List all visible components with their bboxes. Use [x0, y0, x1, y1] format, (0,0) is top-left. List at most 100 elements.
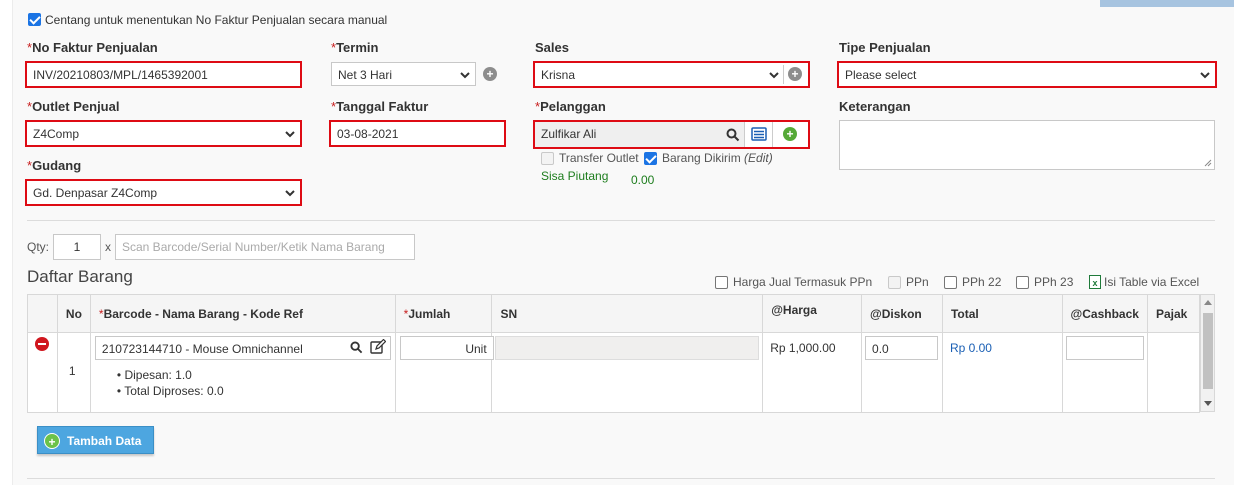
customer-list-button[interactable]	[744, 122, 772, 147]
harga-termasuk-ppn-checkbox[interactable]	[715, 276, 728, 289]
sales-select[interactable]: Krisna +	[533, 61, 810, 88]
total-cell: Rp 0.00	[941, 332, 1063, 413]
gudang-value: Gd. Denpasar Z4Comp	[33, 186, 158, 200]
diskon-input[interactable]: 0.0	[865, 336, 939, 360]
add-customer-icon: +	[783, 127, 797, 141]
resize-handle-icon[interactable]	[1204, 159, 1212, 167]
top-accent-bar	[1100, 0, 1234, 7]
manual-invoice-label: Centang untuk menentukan No Faktur Penju…	[45, 13, 388, 27]
bottom-divider	[27, 478, 1215, 479]
scroll-down-icon[interactable]	[1204, 401, 1212, 407]
cashback-cell	[1061, 332, 1148, 413]
excel-import-link[interactable]: Isi Table via Excel	[1104, 275, 1199, 289]
sisa-piutang-label: Sisa Piutang	[541, 169, 609, 183]
gudang-label: *Gudang	[27, 158, 82, 173]
tipe-penjualan-select[interactable]: Please select	[837, 61, 1217, 88]
qty-input[interactable]: 1	[53, 234, 101, 260]
divider	[783, 65, 784, 84]
chevron-down-icon	[285, 190, 295, 197]
pajak-cell	[1146, 332, 1201, 413]
total-value: Rp 0.00	[949, 341, 992, 355]
col-pajak: Pajak	[1146, 294, 1201, 333]
harga-value: Rp 1,000.00	[770, 341, 836, 355]
plus-icon: +	[44, 433, 60, 449]
barang-cell: 210723144710 - Mouse Omnichannel • Dipes…	[89, 332, 396, 413]
termin-label: *Termin	[331, 40, 379, 55]
harga-cell: Rp 1,000.00	[762, 332, 863, 413]
times-sign: x	[105, 240, 111, 254]
no-faktur-input[interactable]: INV/20210803/MPL/1465392001	[25, 61, 302, 88]
col-remove	[27, 294, 58, 333]
daftar-barang-title: Daftar Barang	[27, 267, 133, 286]
keterangan-textarea[interactable]	[839, 120, 1215, 170]
no-faktur-value: INV/20210803/MPL/1465392001	[33, 68, 208, 82]
row-no: 1	[68, 364, 76, 378]
sn-input[interactable]	[495, 336, 760, 360]
outlet-penjual-value: Z4Comp	[33, 127, 80, 141]
chevron-down-icon	[1200, 72, 1210, 79]
chevron-down-icon	[285, 131, 295, 138]
diproses-item: • Total Diproses: 0.0	[116, 384, 224, 398]
transfer-outlet-label: Transfer Outlet	[559, 151, 639, 165]
col-diskon: @Diskon	[861, 294, 943, 333]
tambah-data-button[interactable]: + Tambah Data	[37, 426, 154, 454]
add-customer-button[interactable]: +	[772, 122, 808, 147]
jumlah-input[interactable]: Unit	[399, 336, 494, 360]
manual-invoice-checkbox[interactable]	[28, 13, 41, 26]
cashback-input[interactable]	[1065, 336, 1144, 360]
pph22-checkbox[interactable]	[944, 276, 957, 289]
termin-select[interactable]: Net 3 Hari	[331, 62, 476, 86]
add-termin-icon[interactable]: +	[483, 67, 497, 81]
gudang-select[interactable]: Gd. Denpasar Z4Comp	[25, 179, 302, 206]
ppn-checkbox[interactable]	[888, 276, 901, 289]
scroll-up-icon[interactable]	[1204, 299, 1212, 305]
scan-barcode-input[interactable]: Scan Barcode/Serial Number/Ketik Nama Ba…	[115, 234, 415, 260]
list-card-icon	[751, 127, 767, 141]
jumlah-cell: Unit	[394, 332, 494, 413]
table-header-row: No *Barcode - Nama Barang - Kode Ref *Ju…	[27, 294, 1201, 333]
pelanggan-input[interactable]: Zulfikar Ali +	[533, 120, 810, 149]
col-sn: SN	[491, 294, 764, 333]
no-faktur-label: *No Faktur Penjualan	[27, 40, 158, 55]
pph23-label: PPh 23	[1034, 275, 1074, 289]
search-icon[interactable]	[350, 341, 363, 354]
table-row: 1 210723144710 - Mouse Omnichannel • Dip…	[27, 332, 1201, 413]
tanggal-faktur-value: 03-08-2021	[337, 127, 399, 141]
divider	[27, 220, 1215, 221]
pph23-checkbox[interactable]	[1016, 276, 1029, 289]
tanggal-faktur-label: *Tanggal Faktur	[331, 99, 429, 114]
transfer-outlet-checkbox[interactable]	[541, 152, 554, 165]
sn-cell	[491, 332, 764, 413]
items-table: No *Barcode - Nama Barang - Kode Ref *Ju…	[27, 294, 1201, 413]
chevron-down-icon	[460, 72, 470, 79]
harga-termasuk-ppn-label: Harga Jual Termasuk PPn	[733, 275, 873, 289]
chevron-down-icon	[769, 72, 779, 79]
pelanggan-label: *Pelanggan	[535, 99, 606, 114]
qty-label: Qty:	[27, 240, 50, 254]
dipesan-item: • Dipesan: 1.0	[116, 368, 192, 382]
search-icon[interactable]	[726, 128, 740, 142]
tanggal-faktur-input[interactable]: 03-08-2021	[329, 120, 506, 147]
col-cashback: @Cashback	[1061, 294, 1148, 333]
outlet-penjual-select[interactable]: Z4Comp	[25, 120, 302, 147]
barang-dikirim-checkbox[interactable]	[644, 152, 657, 165]
sales-value: Krisna	[541, 68, 576, 82]
keterangan-label: Keterangan	[839, 99, 911, 114]
outlet-penjual-label: *Outlet Penjual	[27, 99, 120, 114]
add-sales-icon[interactable]: +	[788, 67, 802, 81]
col-jumlah: *Jumlah	[394, 294, 493, 333]
edit-icon[interactable]	[370, 339, 386, 355]
tambah-data-label: Tambah Data	[67, 434, 142, 448]
table-scrollbar[interactable]	[1200, 294, 1215, 412]
svg-text:x: x	[1092, 278, 1097, 288]
termin-value: Net 3 Hari	[338, 68, 393, 82]
barang-value: 210723144710 - Mouse Omnichannel	[101, 342, 303, 356]
remove-row-icon[interactable]	[35, 337, 49, 351]
pph22-label: PPh 22	[962, 275, 1002, 289]
sales-label: Sales	[535, 40, 569, 55]
scroll-thumb[interactable]	[1203, 313, 1213, 389]
row-no-cell: 1	[56, 332, 91, 413]
barang-input[interactable]: 210723144710 - Mouse Omnichannel	[94, 336, 391, 360]
col-barang: *Barcode - Nama Barang - Kode Ref	[89, 294, 396, 333]
edit-link[interactable]: (Edit)	[744, 151, 773, 165]
